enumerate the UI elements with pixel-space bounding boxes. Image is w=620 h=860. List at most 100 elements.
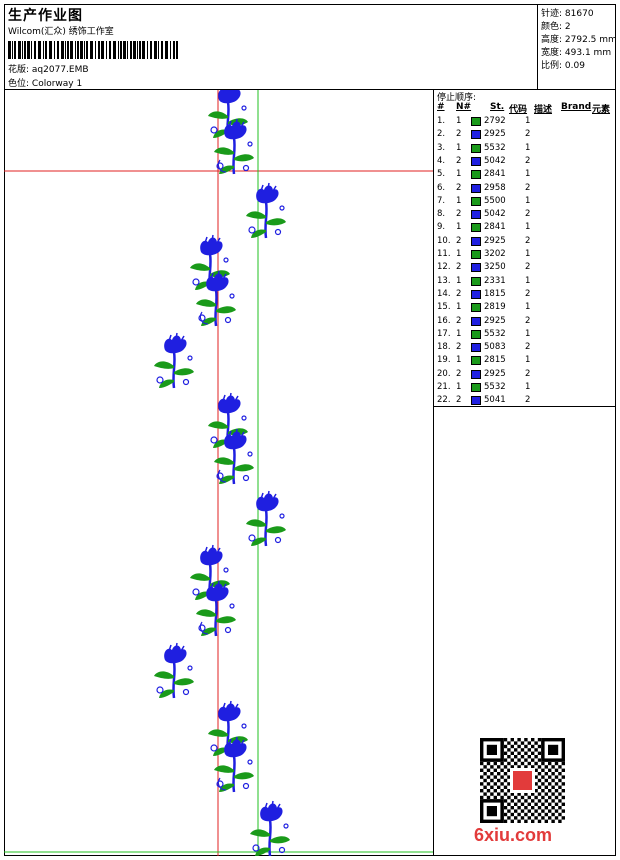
row-code: 1 (525, 142, 531, 153)
barcode-bar (113, 41, 116, 59)
qr-module (514, 748, 518, 752)
qr-module (537, 799, 542, 803)
qr-module (507, 816, 511, 820)
barcode-bar (142, 41, 145, 59)
row-code: 1 (525, 355, 531, 366)
qr-module (480, 795, 484, 800)
qr-module (531, 758, 535, 762)
row-index: 2. (437, 129, 446, 140)
row-code: 1 (525, 302, 531, 313)
stat-height: 高度: 2792.5 mm (541, 35, 617, 45)
qr-module (541, 789, 545, 793)
qr-module (537, 738, 542, 742)
qr-module (527, 761, 531, 766)
row-stitches: 2792 (484, 116, 506, 126)
flower-motif (152, 331, 196, 390)
qr-module (514, 802, 518, 806)
qr-module (551, 785, 555, 789)
row-code: 2 (525, 235, 531, 246)
color-swatch (471, 130, 481, 140)
row-index: 1. (437, 116, 446, 126)
qr-module (486, 795, 491, 800)
table-row: 15. 1 2819 1 (434, 302, 616, 315)
qr-module (541, 782, 545, 786)
qr-module (534, 741, 538, 745)
stat-stitches: 针迹: 81670 (541, 9, 594, 19)
barcode-bar (57, 41, 59, 59)
colorway-value: Colorway 1 (31, 79, 83, 89)
qr-module (493, 789, 497, 793)
qr-module (548, 744, 559, 755)
qr-module (517, 819, 521, 823)
page-title: 生产作业图 (8, 8, 83, 24)
qr-module (490, 778, 494, 783)
table-row: 17. 1 5532 1 (434, 329, 616, 342)
qr-module (524, 819, 528, 823)
row-stitches: 5532 (484, 328, 506, 339)
qr-module (503, 758, 508, 762)
row-needle: 2 (456, 288, 462, 299)
row-stitches: 5042 (484, 209, 506, 220)
barcode-bar (38, 41, 41, 59)
barcode-bar (14, 41, 16, 59)
qr-module (480, 782, 484, 786)
qr-module (514, 795, 518, 800)
qr-module (544, 812, 548, 817)
qr-module (520, 802, 525, 806)
qr-module (554, 782, 559, 786)
qr-module (486, 806, 497, 817)
qr-module (541, 809, 545, 813)
row-stitches: 5532 (484, 142, 506, 153)
qr-module (551, 772, 555, 776)
qr-module (554, 789, 559, 793)
company-name: Wilcom(汇众) 绣饰工作室 (8, 27, 114, 37)
row-index: 10. (437, 235, 451, 246)
row-code: 2 (525, 182, 531, 193)
qr-module (561, 789, 565, 793)
color-swatch (471, 210, 481, 220)
barcode-bar (70, 41, 73, 59)
qr-module (486, 744, 497, 755)
qr-module (554, 816, 559, 820)
row-index: 16. (437, 315, 451, 326)
row-stitches: 3250 (484, 262, 506, 273)
qr-module (514, 741, 518, 745)
qr-module (551, 819, 555, 823)
qr-module (548, 802, 552, 806)
qr-module (558, 812, 562, 817)
qr-module (561, 782, 565, 786)
qr-module (561, 761, 565, 766)
barcode-bar (98, 41, 100, 59)
barcode-bar (34, 41, 36, 59)
row-needle: 2 (456, 209, 462, 220)
qr-module (534, 802, 538, 806)
row-stitches: 2925 (484, 315, 506, 326)
col-header-code: 代码 (509, 105, 528, 115)
qr-module (531, 738, 535, 742)
qr-module (510, 744, 514, 749)
row-code: 2 (525, 155, 531, 166)
row-code: 1 (525, 328, 531, 339)
barcode-bar (173, 41, 175, 59)
qr-module (483, 765, 487, 769)
qr-module (561, 768, 565, 772)
row-code: 2 (525, 262, 531, 273)
qr-module (507, 748, 511, 752)
stats-box: 针迹: 81670 颜色: 2 高度: 2792.5 mm 宽度: 493.1 … (537, 4, 617, 90)
stat-scale: 比例: 0.09 (541, 61, 585, 71)
barcode-bar (61, 41, 64, 59)
qr-module (510, 812, 514, 817)
color-swatch (471, 117, 481, 126)
barcode-bar (170, 41, 171, 59)
qr-module (527, 809, 531, 813)
row-code: 2 (525, 342, 531, 353)
qr-module (531, 744, 535, 749)
row-index: 17. (437, 328, 451, 339)
qr-module (531, 799, 535, 803)
barcode-bar (127, 41, 128, 59)
flower-motif (248, 799, 292, 856)
qr-module (493, 795, 497, 800)
row-stitches: 2331 (484, 275, 506, 286)
flower-motif (244, 489, 288, 548)
qr-module (534, 795, 538, 800)
